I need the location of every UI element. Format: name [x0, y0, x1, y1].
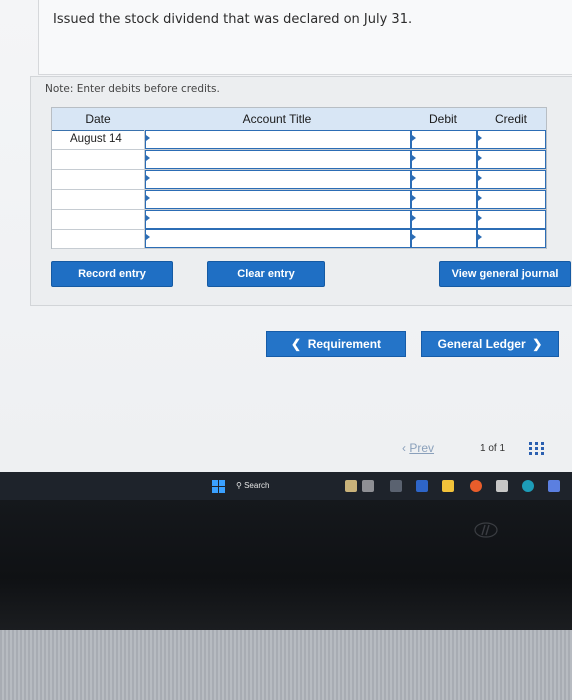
app-icon[interactable]	[416, 480, 428, 492]
app-icon[interactable]	[390, 480, 402, 492]
dropdown-marker-icon	[478, 234, 482, 240]
account-input[interactable]	[145, 229, 411, 248]
credit-input[interactable]	[477, 229, 546, 248]
windows-start-icon[interactable]	[212, 480, 225, 493]
dropdown-marker-icon	[412, 234, 416, 240]
file-explorer-icon[interactable]	[442, 480, 454, 492]
row-date: August 14	[52, 130, 145, 149]
dropdown-marker-icon	[478, 155, 482, 161]
laptop-keyboard-edge	[0, 630, 572, 700]
row-date	[52, 150, 145, 169]
account-input[interactable]	[145, 150, 411, 169]
search-icon: ⚲	[236, 481, 245, 490]
prev-label: Prev	[409, 441, 435, 455]
clear-entry-button[interactable]: Clear entry	[207, 261, 325, 287]
debit-input[interactable]	[411, 150, 477, 169]
dropdown-marker-icon	[478, 175, 482, 181]
table-row	[52, 170, 546, 190]
row-date	[52, 210, 145, 229]
dropdown-marker-icon	[146, 175, 150, 181]
grid-menu-icon[interactable]	[529, 442, 545, 456]
dropdown-marker-icon	[146, 215, 150, 221]
header-credit: Credit	[476, 108, 546, 130]
credit-input[interactable]	[477, 190, 546, 209]
general-ledger-nav-button[interactable]: General Ledger ❯	[421, 331, 559, 357]
hp-logo-icon	[474, 522, 498, 538]
dropdown-marker-icon	[478, 215, 482, 221]
dropdown-marker-icon	[412, 135, 416, 141]
question-box: Issued the stock dividend that was decla…	[38, 0, 572, 75]
windows-taskbar: ⚲ Search	[0, 472, 572, 500]
debit-input[interactable]	[411, 210, 477, 229]
journal-table: Date Account Title Debit Credit August 1…	[51, 107, 547, 249]
view-general-journal-button[interactable]: View general journal	[439, 261, 571, 287]
account-input[interactable]	[145, 210, 411, 229]
dropdown-marker-icon	[146, 135, 150, 141]
general-ledger-nav-label: General Ledger	[437, 337, 526, 351]
row-date	[52, 229, 145, 248]
dropdown-marker-icon	[478, 195, 482, 201]
chevron-left-icon: ❮	[290, 337, 308, 351]
row-date	[52, 170, 145, 189]
journal-header: Date Account Title Debit Credit	[52, 108, 546, 131]
dropdown-marker-icon	[412, 155, 416, 161]
header-account-title: Account Title	[144, 108, 411, 130]
table-row: August 14	[52, 130, 546, 150]
exam-screen: Issued the stock dividend that was decla…	[0, 0, 572, 472]
debit-input[interactable]	[411, 130, 477, 149]
account-input[interactable]	[145, 170, 411, 189]
account-input[interactable]	[145, 190, 411, 209]
table-row	[52, 190, 546, 210]
dropdown-marker-icon	[478, 135, 482, 141]
browser-icon[interactable]	[470, 480, 482, 492]
dropdown-marker-icon	[412, 215, 416, 221]
app-icon[interactable]	[496, 480, 508, 492]
debit-input[interactable]	[411, 190, 477, 209]
debit-input[interactable]	[411, 229, 477, 248]
credit-input[interactable]	[477, 130, 546, 149]
question-text: Issued the stock dividend that was decla…	[53, 12, 413, 27]
credit-input[interactable]	[477, 150, 546, 169]
prev-page-link[interactable]: ‹ Prev	[402, 441, 434, 455]
record-entry-button[interactable]: Record entry	[51, 261, 173, 287]
dropdown-marker-icon	[146, 155, 150, 161]
requirement-nav-label: Requirement	[307, 337, 382, 351]
widget-icon[interactable]	[362, 480, 374, 492]
header-date: Date	[52, 108, 145, 130]
account-input[interactable]	[145, 130, 411, 149]
app-icon[interactable]	[548, 480, 560, 492]
credit-input[interactable]	[477, 210, 546, 229]
table-row	[52, 150, 546, 170]
requirement-nav-button[interactable]: ❮ Requirement	[266, 331, 406, 357]
table-row	[52, 229, 546, 249]
taskbar-search-label: Search	[244, 481, 270, 490]
taskbar-search[interactable]: ⚲ Search	[236, 479, 302, 493]
edge-icon[interactable]	[522, 480, 534, 492]
widget-icon[interactable]	[345, 480, 357, 492]
journal-panel: Note: Enter debits before credits. Date …	[30, 76, 572, 306]
note-text: Note: Enter debits before credits.	[45, 83, 220, 95]
header-debit: Debit	[410, 108, 477, 130]
credit-input[interactable]	[477, 170, 546, 189]
dropdown-marker-icon	[146, 234, 150, 240]
table-row	[52, 210, 546, 230]
dropdown-marker-icon	[412, 195, 416, 201]
row-date	[52, 190, 145, 209]
page-position: 1 of 1	[480, 443, 506, 454]
debit-input[interactable]	[411, 170, 477, 189]
chevron-right-icon: ❯	[525, 337, 543, 351]
dropdown-marker-icon	[146, 195, 150, 201]
dropdown-marker-icon	[412, 175, 416, 181]
laptop-bezel	[0, 500, 572, 630]
